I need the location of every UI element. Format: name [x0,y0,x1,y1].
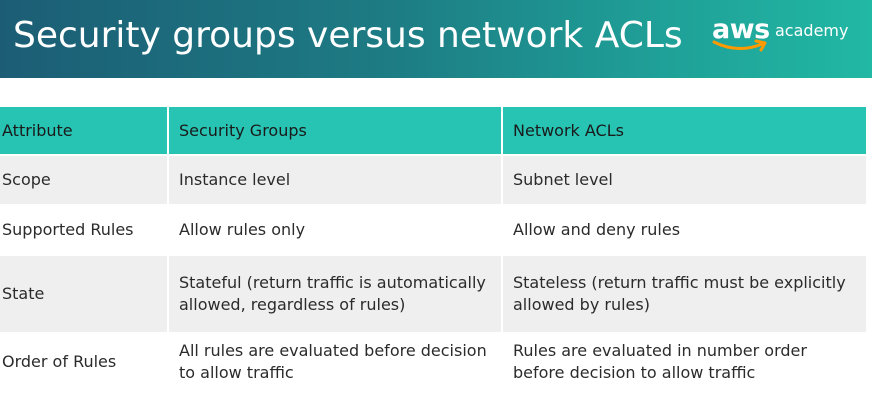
cell-network-acls: Subnet level [502,155,866,205]
table-row-state: State Stateful (return traffic is automa… [0,255,866,333]
logo-product-text: academy [775,21,849,40]
table-row-supported-rules: Supported Rules Allow rules only Allow a… [0,205,866,255]
header-security-groups: Security Groups [168,107,503,155]
slide: Security groups versus network ACLs aws … [0,0,872,416]
table-row-scope: Scope Instance level Subnet level [0,155,866,205]
cell-security-groups: Stateful (return traffic is automaticall… [168,255,503,333]
header-attribute: Attribute [0,107,169,155]
cell-security-groups: Instance level [168,155,503,205]
cell-attribute: Scope [0,155,169,205]
slide-title: Security groups versus network ACLs [13,15,683,56]
header-network-acls: Network ACLs [502,107,866,155]
cell-attribute: Supported Rules [0,205,169,255]
cell-attribute: State [0,255,169,333]
comparison-table: Attribute Security Groups Network ACLs S… [0,107,866,390]
aws-academy-logo: aws academy [712,14,862,58]
aws-smile-arrow-icon [712,39,767,52]
table-header-row: Attribute Security Groups Network ACLs [0,107,866,155]
cell-security-groups: All rules are evaluated before decision … [168,333,503,390]
cell-network-acls: Stateless (return traffic must be explic… [502,255,866,333]
title-banner: Security groups versus network ACLs aws … [0,0,872,78]
cell-network-acls: Rules are evaluated in number order befo… [502,333,866,390]
cell-attribute: Order of Rules [0,333,169,390]
table-row-order-of-rules: Order of Rules All rules are evaluated b… [0,333,866,390]
cell-security-groups: Allow rules only [168,205,503,255]
cell-network-acls: Allow and deny rules [502,205,866,255]
